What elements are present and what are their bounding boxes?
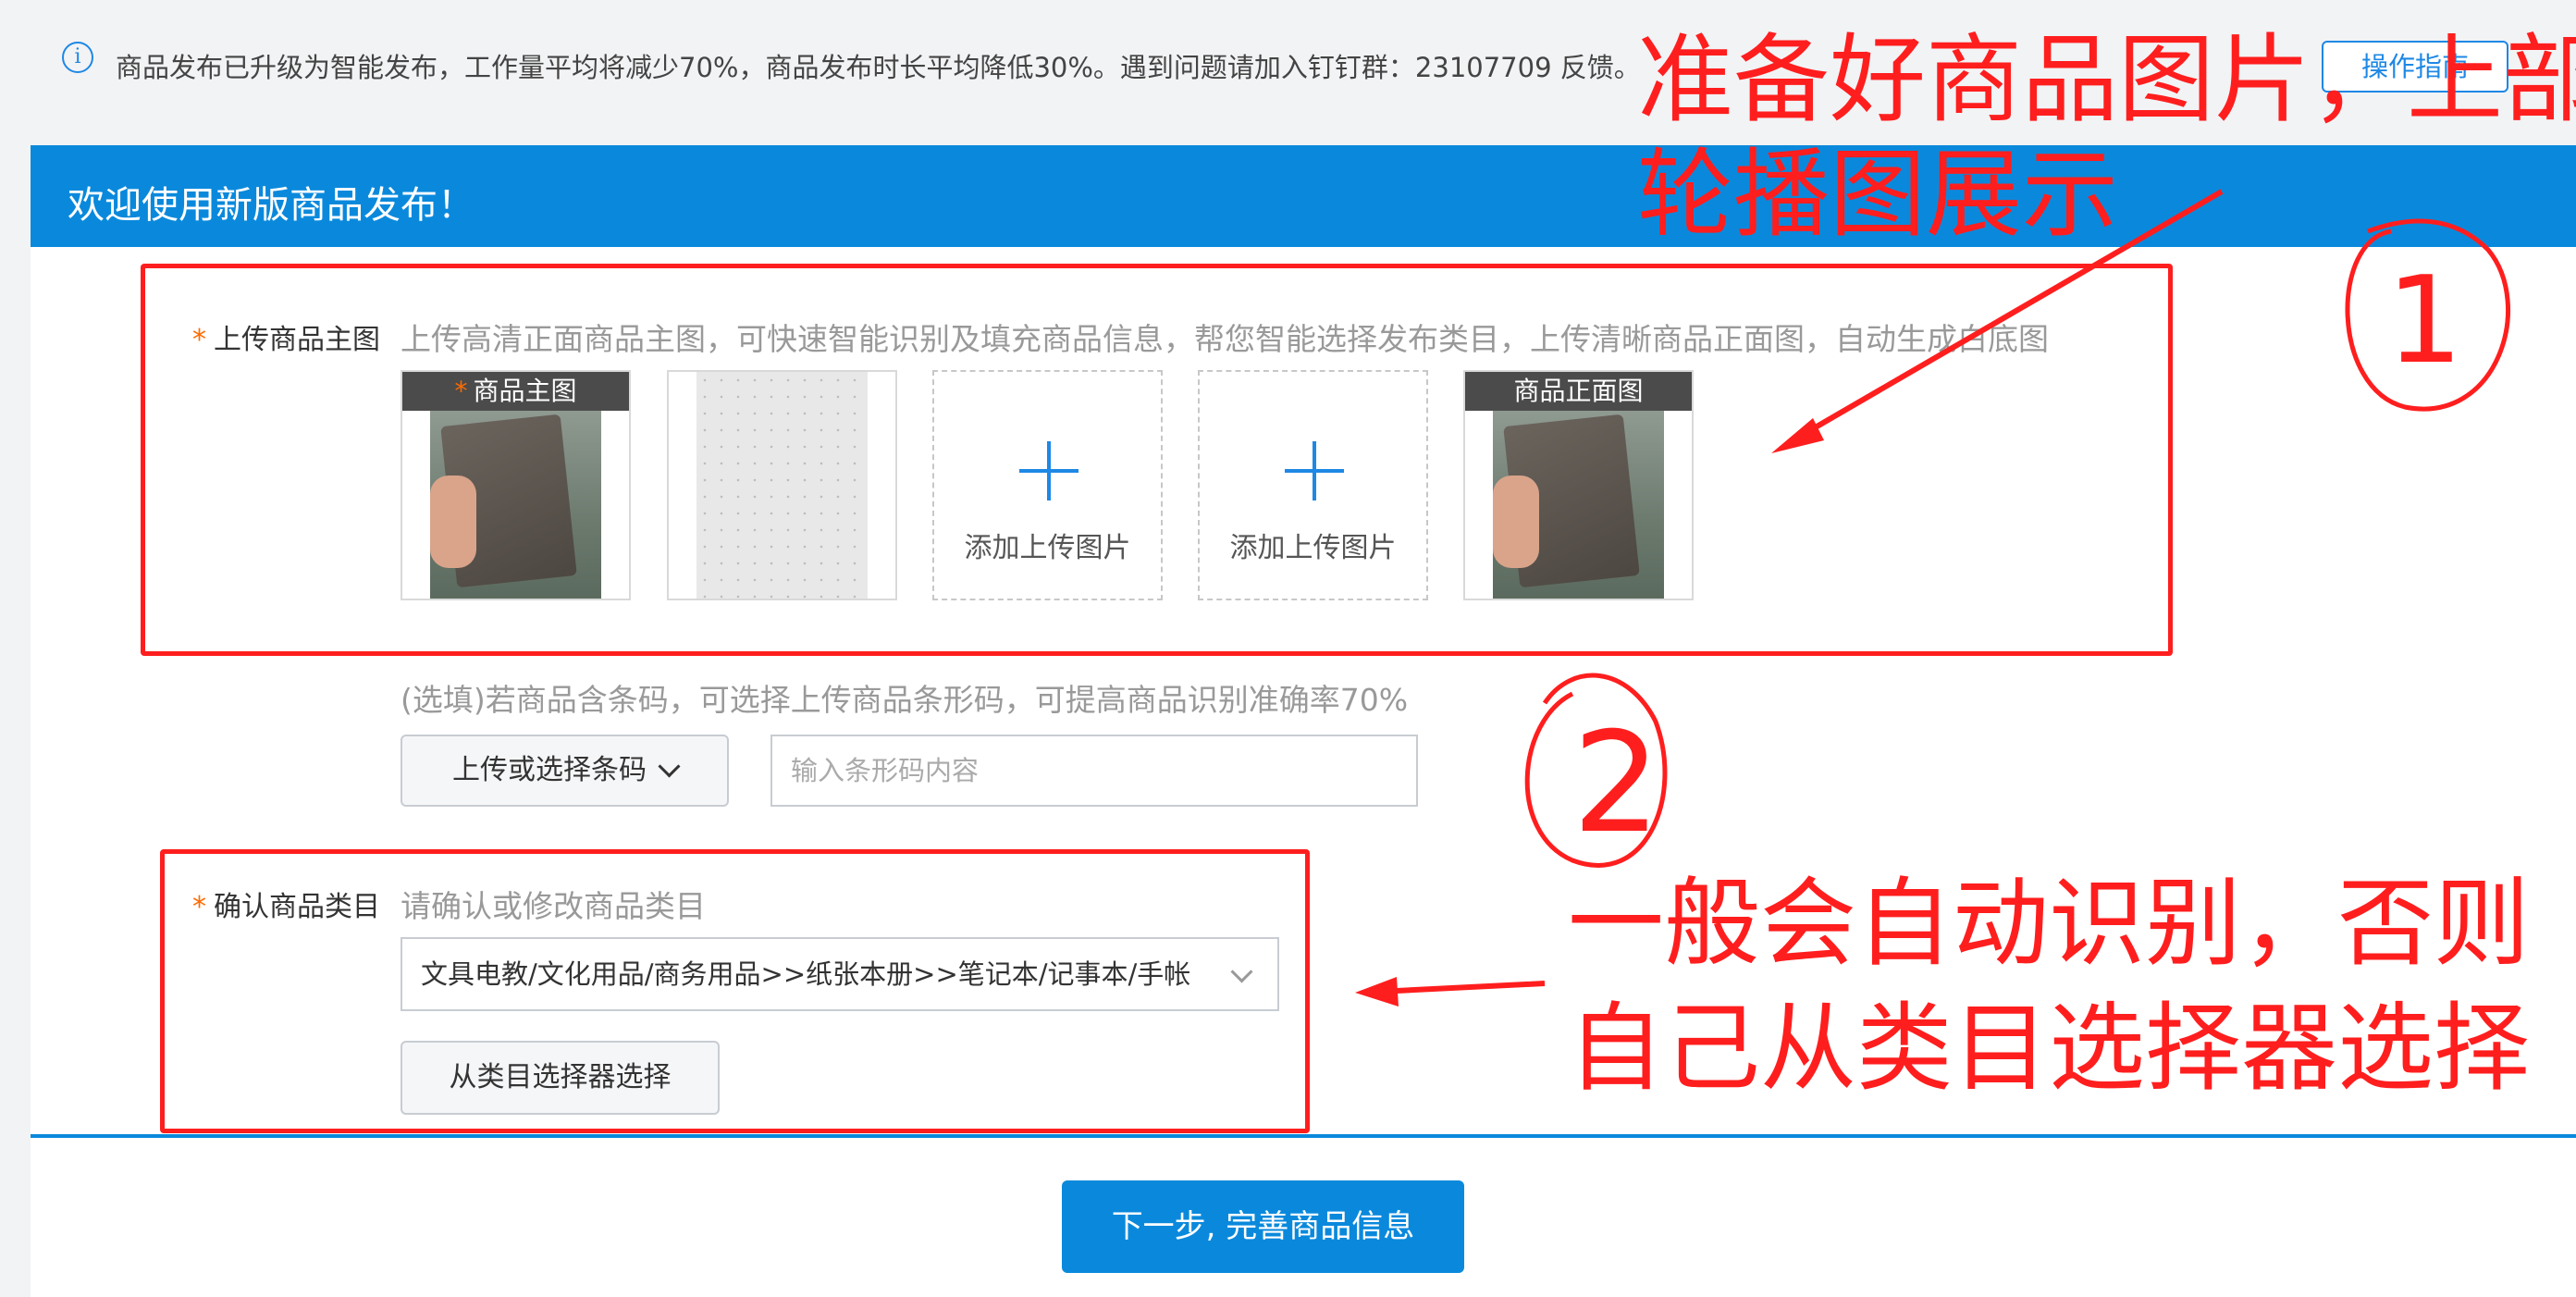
arrow-head-images xyxy=(1771,418,1824,453)
arrow-to-category xyxy=(1377,981,1546,994)
arrow-to-images xyxy=(1788,189,2224,445)
arrow-head-category xyxy=(1355,977,1399,1007)
annotation-overlay xyxy=(1355,189,2510,1007)
circle-1-scribble xyxy=(2345,218,2510,412)
circle-2-scribble xyxy=(1524,673,1668,868)
